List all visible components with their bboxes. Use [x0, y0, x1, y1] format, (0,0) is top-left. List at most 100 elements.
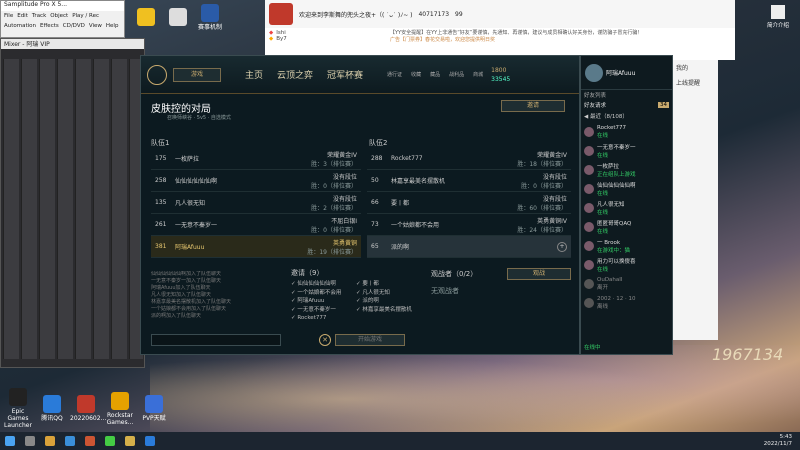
friend-requests[interactable]: 好友请求	[584, 101, 606, 109]
player-lp: 胜：18（排位赛）	[517, 160, 567, 168]
chat-user: By7	[276, 36, 287, 42]
friend-item[interactable]: 一枚萨拉 正在组队上游戏	[581, 160, 672, 179]
player-name: 一无意不秦岁一	[175, 222, 218, 229]
team1-row[interactable]: 135 凡人很无知 没有段位 胜：2（排位赛）	[151, 192, 361, 214]
inventory-icon[interactable]: 藏品	[430, 71, 440, 78]
player-name: 一个姑娘都不会用	[391, 222, 440, 229]
desktop-icons: Epic Games Launcher 腾讯QQ 20220602... Roc…	[2, 388, 170, 429]
menu-file[interactable]: File	[4, 13, 13, 19]
friend-item[interactable]: 凡人很无知 在线	[581, 198, 672, 217]
friend-item[interactable]: 2002 · 12 · 10 离线	[581, 293, 672, 312]
menu-help[interactable]: Help	[106, 23, 119, 29]
tab-clash[interactable]: 冠军杯赛	[327, 68, 363, 81]
friend-item[interactable]: OuDahaII 离开	[581, 274, 672, 293]
play-button[interactable]: 游戏	[173, 67, 221, 82]
friend-item[interactable]: Rocket777 在线	[581, 122, 672, 141]
desktop-icon-label: Epic Games Launcher	[4, 408, 32, 429]
qq-icon[interactable]: 腾讯QQ	[36, 395, 68, 422]
friend-item[interactable]: 一 Brook 在游戏中：猫	[581, 236, 672, 255]
team2-label: 队伍2	[369, 139, 388, 147]
chat-input[interactable]	[151, 334, 281, 346]
search-icon[interactable]	[25, 436, 35, 446]
clock-date[interactable]: 2022/11/7	[764, 441, 792, 448]
friend-name: 仙仙仙仙仙仙啊	[597, 182, 636, 189]
wallpaper-art	[150, 345, 800, 435]
menu-play-rec[interactable]: Play / Rec	[72, 13, 99, 19]
invite-button[interactable]: 邀请	[501, 100, 565, 112]
video-file-icon[interactable]: 20220602...	[70, 395, 106, 422]
top-nav: 游戏 主页 云顶之弈 冠军杯赛 通行证 收藏 藏品 战利品 商城 1800 33…	[141, 56, 579, 94]
player-rank: 不屈白银I	[331, 217, 357, 225]
mixer-channel[interactable]	[39, 59, 55, 359]
team1-row-self[interactable]: 381 阿瑞Afuuu 英勇黄铜 胜：19（排位赛）	[151, 236, 361, 258]
logo-icon[interactable]	[147, 64, 167, 85]
menu-automation[interactable]: Automation	[4, 23, 36, 29]
mixer-channel[interactable]	[57, 59, 73, 359]
stream-overlay-number: 1967134	[712, 345, 784, 364]
friend-name: 一 Brook	[597, 239, 621, 246]
store-icon[interactable]: 商城	[473, 71, 483, 78]
menu-object[interactable]: Object	[50, 13, 68, 19]
team2-row[interactable]: 65 派的啊 +	[367, 236, 571, 258]
desktop-icon[interactable]: 简介介绍	[760, 5, 796, 29]
samplitude-window: Samplitude Pro X 5... File Edit Track Ob…	[0, 0, 125, 38]
online-status[interactable]: 在线中	[584, 343, 601, 351]
add-friend-icon[interactable]: +	[557, 241, 567, 252]
friend-status: 离线	[597, 303, 609, 310]
explorer-icon[interactable]	[45, 436, 55, 446]
tab-tft[interactable]: 云顶之弈	[277, 68, 313, 81]
desktop-icon[interactable]	[162, 7, 194, 28]
summoner-avatar[interactable]	[585, 63, 603, 82]
team2-row[interactable]: 288 Rocket777 荣耀黄金IV 胜：18（排位赛）	[367, 148, 571, 170]
league-icon[interactable]	[125, 436, 135, 446]
avatar	[584, 297, 594, 308]
pass-icon[interactable]: 通行证	[387, 71, 402, 78]
requests-badge: 34	[658, 102, 669, 108]
friend-group[interactable]: ◀ 最近（8/108）	[581, 110, 672, 122]
close-icon[interactable]: ✕	[319, 334, 331, 346]
tab-home[interactable]: 主页	[245, 68, 263, 81]
spectate-button[interactable]: 观战	[507, 268, 571, 280]
menu-cddvd[interactable]: CD/DVD	[63, 23, 85, 29]
player-rank: 英勇黄铜IV	[537, 217, 567, 225]
mixer-channel[interactable]	[93, 59, 109, 359]
team1-row[interactable]: 175 一枚萨拉 荣耀黄金IV 胜：3（排位赛）	[151, 148, 361, 170]
qq-icon[interactable]	[145, 436, 155, 446]
be-balance: 33545	[491, 75, 511, 83]
team1-row[interactable]: 258 仙仙仙仙仙仙啊 没有段位 胜：0（排位赛）	[151, 170, 361, 192]
start-icon[interactable]	[5, 436, 15, 446]
epic-games-icon[interactable]: Epic Games Launcher	[2, 388, 34, 429]
friend-item[interactable]: 匿匿哥哥QAQ 在线	[581, 217, 672, 236]
team1-row[interactable]: 261 一无意不秦岁一 不屈白银I 胜：0（排位赛）	[151, 214, 361, 236]
friend-item[interactable]: 一无意不秦岁一 在线	[581, 141, 672, 160]
team2-row[interactable]: 73 一个姑娘都不会用 英勇黄铜IV 胜：24（排位赛）	[367, 214, 571, 236]
spectators-label: 观战者（0/2）	[431, 270, 478, 278]
menu-effects[interactable]: Effects	[40, 23, 59, 29]
app-icon[interactable]	[105, 436, 115, 446]
mixer-channel[interactable]	[21, 59, 37, 359]
clock-time[interactable]: 5:43	[764, 434, 792, 441]
team2-row[interactable]: 66 要丨都 没有段位 胜：60（排位赛）	[367, 192, 571, 214]
mixer-channel[interactable]	[3, 59, 19, 359]
menu-view[interactable]: View	[89, 23, 102, 29]
desktop-icon[interactable]: 赛事机制	[194, 4, 226, 31]
collection-icon[interactable]: 收藏	[411, 71, 421, 78]
rockstar-icon[interactable]: Rockstar Games...	[104, 391, 136, 426]
friend-item[interactable]: 仙仙仙仙仙仙啊 在线	[581, 179, 672, 198]
app-icon[interactable]	[85, 436, 95, 446]
menu-edit[interactable]: Edit	[17, 13, 28, 19]
friend-item[interactable]: 用力可以换傻喜 在线	[581, 255, 672, 274]
edge-icon[interactable]	[65, 436, 75, 446]
menu-track[interactable]: Track	[32, 13, 46, 19]
avatar	[584, 164, 594, 175]
pvp-icon[interactable]: PVP天赋	[138, 395, 170, 422]
mixer-channel[interactable]	[111, 59, 127, 359]
side-panel-label: 我的	[676, 65, 689, 72]
mixer-channel[interactable]	[75, 59, 91, 359]
start-game-button[interactable]: 开始游戏	[335, 334, 405, 346]
invited-item: ✓ 阿瑞Afuuu	[291, 298, 325, 304]
friend-status: 正在组队上游戏	[597, 171, 636, 178]
desktop-icon[interactable]	[130, 7, 162, 28]
team2-row[interactable]: 50 林嘉享最美名摆散机 没有段位 胜：0（排位赛）	[367, 170, 571, 192]
loot-icon[interactable]: 战利品	[449, 71, 464, 78]
